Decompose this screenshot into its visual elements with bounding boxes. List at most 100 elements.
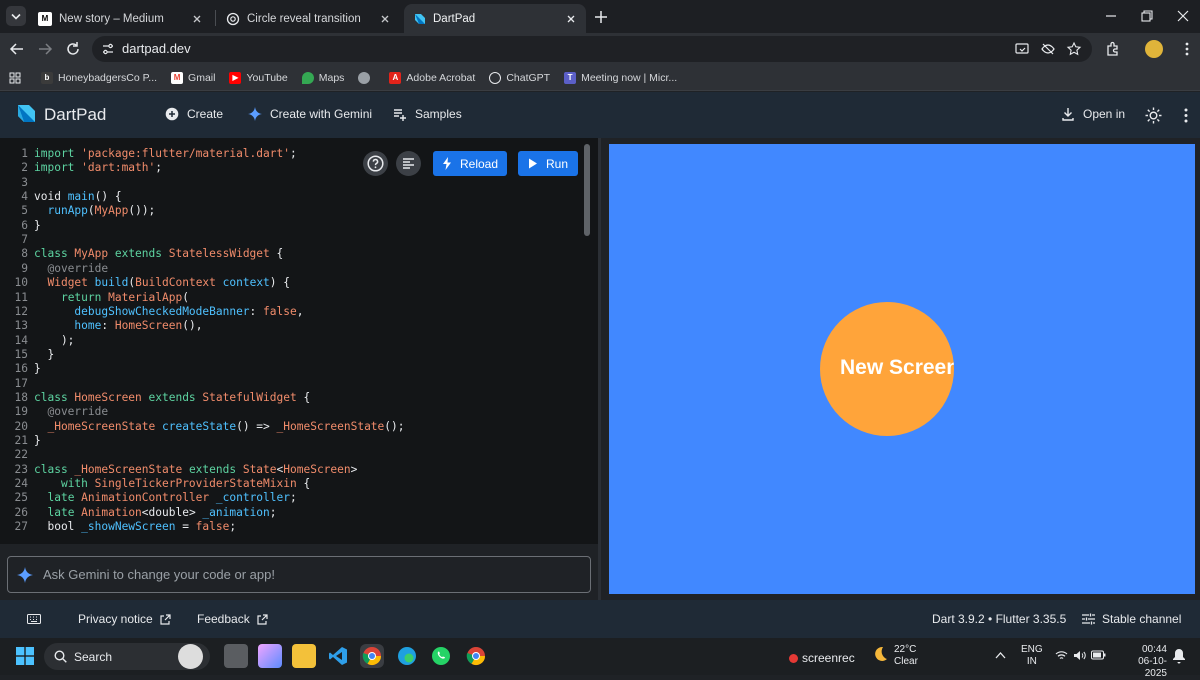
chrome-icon[interactable] [360,644,384,668]
copilot-icon[interactable] [258,644,282,668]
star-icon[interactable] [1066,41,1082,57]
close-icon[interactable] [564,12,578,26]
code-line[interactable]: 26 late Animation<double> _animation; [0,506,277,520]
code-line[interactable]: 8 class MyApp extends StatelessWidget { [0,247,283,261]
code-line[interactable]: 27 bool _showNewScreen = false; [0,520,237,534]
close-window-icon[interactable] [1174,7,1192,25]
reload-button[interactable]: Reload [433,151,507,176]
editor-scrollbar[interactable] [584,144,590,236]
code-line[interactable]: 14 ); [0,334,75,348]
keyboard-icon[interactable] [27,614,41,624]
code-line[interactable]: 7 [0,233,34,247]
close-icon[interactable] [190,12,204,26]
code-line[interactable]: 23 class _HomeScreenState extends State<H… [0,462,358,477]
code-line[interactable]: 21} [0,434,41,448]
bookmark-honeybadgers[interactable]: b HoneybadgersCo P... [41,71,157,84]
task-view-icon[interactable] [224,644,248,668]
extensions-icon[interactable] [1104,40,1122,58]
code-line[interactable]: 4 void main() { [0,190,121,204]
whatsapp-icon[interactable] [429,644,453,668]
feedback-link[interactable]: Feedback [197,612,268,626]
bookmark-adobe-acrobat[interactable]: A Adobe Acrobat [389,71,475,84]
tab-medium[interactable]: M New story – Medium [30,4,212,33]
code-line[interactable]: 10 Widget build(BuildContext context) { [0,276,291,290]
code-token: @override [34,405,109,419]
code-line[interactable]: 6} [0,219,41,233]
profile-avatar[interactable] [1145,40,1163,58]
gemini-prompt-input[interactable]: Ask Gemini to change your code or app! [7,556,591,593]
bookmark-teams[interactable]: T Meeting now | Micr... [564,71,677,84]
tab-search-button[interactable] [6,6,26,26]
bookmark-chatgpt[interactable]: ChatGPT [489,71,550,84]
reload-icon[interactable] [64,40,82,58]
site-info-icon[interactable] [100,41,116,57]
windows-start-icon[interactable] [13,644,37,668]
code-line[interactable]: 24 with SingleTickerProviderStateMixin { [0,477,311,491]
new-tab-icon[interactable] [592,8,610,26]
taskbar-search[interactable]: Search [44,643,210,670]
code-line[interactable]: 18 class HomeScreen extends StatefulWidge… [0,391,311,405]
vscode-icon[interactable] [326,644,350,668]
code-line[interactable]: 16} [0,362,41,376]
language-indicator[interactable]: ENG IN [1021,644,1043,668]
file-explorer-icon[interactable] [292,644,316,668]
apps-grid-icon[interactable] [9,72,21,84]
bookmark-gmail[interactable]: M Gmail [171,71,215,84]
battery-icon[interactable] [1091,650,1106,660]
run-button[interactable]: Run [518,151,578,176]
back-icon[interactable] [8,40,26,58]
chevron-up-icon[interactable] [995,651,1006,659]
code-token: <double> [141,505,203,519]
code-line[interactable]: 3 [0,176,34,190]
help-button[interactable] [363,151,388,176]
create-button[interactable]: Create [165,107,223,121]
code-line[interactable]: 19 @override [0,405,109,419]
more-vert-icon[interactable] [1183,107,1189,124]
code-line[interactable]: 15 } [0,347,55,362]
code-line[interactable]: 1 import 'package:flutter/material.dart'; [0,147,296,161]
code-line[interactable]: 11 return MaterialApp( [0,291,189,305]
open-in-button[interactable]: Open in [1061,107,1125,121]
forward-icon[interactable] [36,40,54,58]
download-icon [1062,108,1074,121]
minimize-icon[interactable] [1102,7,1120,25]
restore-icon[interactable] [1138,7,1156,25]
volume-icon[interactable] [1073,650,1086,661]
edge-icon[interactable] [395,644,419,668]
code-line[interactable]: 17 [0,377,34,391]
flutter-app-output[interactable]: New Screen [609,144,1195,594]
samples-button[interactable]: Samples [393,107,462,121]
cast-icon[interactable] [1014,41,1030,57]
notification-bell-icon[interactable] [1172,648,1186,664]
chrome-secondary-icon[interactable] [464,644,488,668]
tab-dartpad[interactable]: DartPad [404,4,586,33]
code-line[interactable]: 5 runApp(MyApp()); [0,204,155,218]
code-editor[interactable]: 1 import 'package:flutter/material.dart';… [0,138,598,544]
tab-circle-reveal[interactable]: Circle reveal transition [218,4,400,33]
code-line[interactable]: 25 late AnimationController _controller; [0,491,297,505]
weather-text[interactable]: 22°C Clear [894,644,918,668]
code-line[interactable]: 22 [0,448,34,462]
weather-widget[interactable] [870,644,890,664]
brightness-icon[interactable] [1145,107,1162,124]
code-line[interactable]: 20 _HomeScreenState createState() => _Ho… [0,420,405,434]
wifi-icon[interactable] [1055,650,1068,661]
close-icon[interactable] [378,12,392,26]
code-token: class [34,462,75,476]
bookmark-youtube[interactable]: ▶ YouTube [229,71,288,84]
code-line[interactable]: 9 @override [0,262,108,276]
code-line[interactable]: 13 home: HomeScreen(), [0,319,203,333]
create-with-gemini-button[interactable]: Create with Gemini [248,107,372,121]
privacy-notice-link[interactable]: Privacy notice [78,612,171,626]
omnibox[interactable]: dartpad.dev [92,36,1092,62]
format-button[interactable] [396,151,421,176]
channel-selector[interactable]: Stable channel [1082,612,1181,626]
bookmark-maps[interactable]: Maps [301,71,344,84]
code-line[interactable]: 2 import 'dart:math'; [0,161,162,175]
code-line[interactable]: 12 debugShowCheckedModeBanner: false, [0,305,304,319]
eye-off-icon[interactable] [1040,41,1056,57]
screenrec-indicator[interactable]: screenrec [789,651,855,665]
line-number: 15 [14,347,28,361]
menu-icon[interactable] [1178,40,1196,58]
bookmark-globe[interactable] [358,71,375,84]
